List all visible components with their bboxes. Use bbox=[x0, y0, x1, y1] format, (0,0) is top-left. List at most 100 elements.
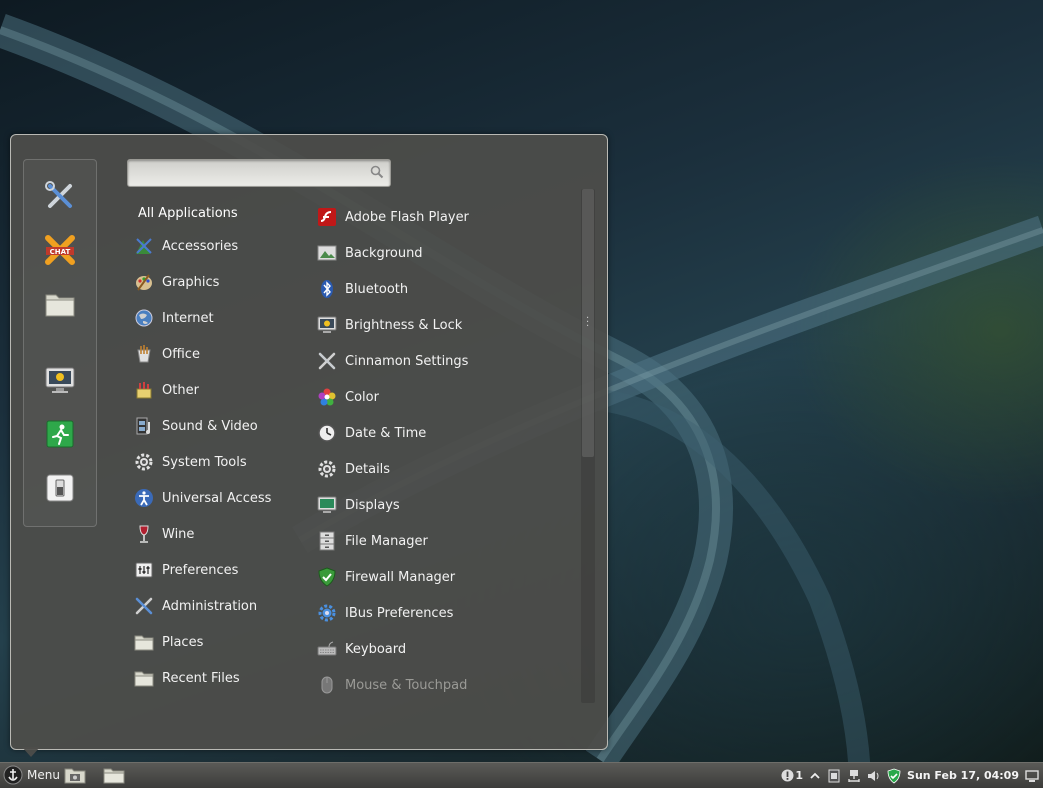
favorite-cinnamon-settings[interactable] bbox=[42, 178, 78, 214]
category-label: Office bbox=[162, 346, 200, 362]
app-label: Mouse & Touchpad bbox=[345, 677, 468, 693]
app-firewall-manager[interactable]: Firewall Manager bbox=[316, 562, 455, 592]
category-other[interactable]: Other bbox=[133, 375, 199, 405]
search-input[interactable] bbox=[134, 163, 366, 183]
category-office[interactable]: Office bbox=[133, 339, 200, 369]
clipboard-icon[interactable] bbox=[827, 769, 841, 783]
app-background[interactable]: Background bbox=[316, 238, 423, 268]
app-label: Color bbox=[345, 389, 379, 405]
bottom-panel: Menu 1 Sun Feb 17, 04:09 bbox=[0, 762, 1043, 788]
app-label: Bluetooth bbox=[345, 281, 409, 297]
app-label: Details bbox=[345, 461, 391, 477]
other-icon bbox=[133, 379, 155, 401]
category-label: Administration bbox=[162, 598, 258, 614]
category-sound-video[interactable]: Sound & Video bbox=[133, 411, 258, 441]
app-label: Displays bbox=[345, 497, 400, 513]
app-label: Brightness & Lock bbox=[345, 317, 463, 333]
shield-icon[interactable] bbox=[887, 768, 901, 784]
brightness-icon bbox=[316, 314, 338, 336]
clock-icon bbox=[316, 422, 338, 444]
tools-icon bbox=[45, 181, 72, 208]
notifications-indicator[interactable]: 1 bbox=[781, 769, 803, 782]
category-all-applications[interactable]: All Applications bbox=[138, 198, 238, 228]
folder-icon bbox=[103, 768, 125, 784]
svg-text:CHAT: CHAT bbox=[50, 248, 71, 256]
folder-icon bbox=[133, 631, 155, 653]
file-cabinet-icon bbox=[316, 530, 338, 552]
flash-icon bbox=[316, 206, 338, 228]
app-label: Date & Time bbox=[345, 425, 427, 441]
preferences-icon bbox=[133, 559, 155, 581]
app-date-time[interactable]: Date & Time bbox=[316, 418, 426, 448]
background-icon bbox=[316, 242, 338, 264]
category-label: All Applications bbox=[138, 205, 238, 221]
app-label: Cinnamon Settings bbox=[345, 353, 469, 369]
category-label: Graphics bbox=[162, 274, 220, 290]
app-label: Background bbox=[345, 245, 423, 261]
shield-icon bbox=[316, 566, 338, 588]
app-ibus-preferences[interactable]: IBus Preferences bbox=[316, 598, 453, 628]
app-mouse-touchpad[interactable]: Mouse & Touchpad bbox=[316, 670, 467, 700]
graphics-palette-icon bbox=[133, 271, 155, 293]
app-keyboard[interactable]: Keyboard bbox=[316, 634, 406, 664]
folder-icon bbox=[45, 294, 75, 317]
favorite-logout[interactable] bbox=[42, 416, 78, 452]
category-internet[interactable]: Internet bbox=[133, 303, 214, 333]
category-administration[interactable]: Administration bbox=[133, 591, 257, 621]
clock[interactable]: Sun Feb 17, 04:09 bbox=[907, 769, 1019, 782]
app-label: Firewall Manager bbox=[345, 569, 456, 585]
category-system-tools[interactable]: System Tools bbox=[133, 447, 247, 477]
folder-icon bbox=[133, 667, 155, 689]
gear-icon bbox=[133, 451, 155, 473]
category-places[interactable]: Places bbox=[133, 627, 203, 657]
cinnamon-logo-icon bbox=[3, 765, 23, 785]
app-label: File Manager bbox=[345, 533, 428, 549]
app-file-manager[interactable]: File Manager bbox=[316, 526, 428, 556]
app-displays[interactable]: Displays bbox=[316, 490, 400, 520]
category-label: Sound & Video bbox=[162, 418, 258, 434]
category-label: Accessories bbox=[162, 238, 239, 254]
menu-label: Menu bbox=[27, 768, 60, 782]
category-recent-files[interactable]: Recent Files bbox=[133, 663, 240, 693]
search-icon bbox=[370, 165, 384, 179]
launcher-home-folder[interactable] bbox=[103, 767, 125, 787]
monitor-lock-icon bbox=[45, 367, 75, 393]
film-music-icon bbox=[133, 415, 155, 437]
category-wine[interactable]: Wine bbox=[133, 519, 194, 549]
accessories-icon bbox=[133, 235, 155, 257]
app-brightness-lock[interactable]: Brightness & Lock bbox=[316, 310, 462, 340]
category-preferences[interactable]: Preferences bbox=[133, 555, 238, 585]
system-tray: 1 Sun Feb 17, 04:09 bbox=[781, 766, 1039, 785]
category-label: Places bbox=[162, 634, 204, 650]
category-accessories[interactable]: Accessories bbox=[133, 231, 238, 261]
launcher-camera-folder[interactable] bbox=[64, 767, 86, 787]
category-label: Other bbox=[162, 382, 199, 398]
app-bluetooth[interactable]: Bluetooth bbox=[316, 274, 408, 304]
volume-icon[interactable] bbox=[867, 769, 881, 783]
gear-icon bbox=[316, 458, 338, 480]
category-label: Internet bbox=[162, 310, 214, 326]
menu-pointer bbox=[22, 747, 40, 757]
bluetooth-icon bbox=[316, 278, 338, 300]
favorite-shutdown[interactable] bbox=[42, 470, 78, 506]
category-universal-access[interactable]: Universal Access bbox=[133, 483, 271, 513]
show-desktop-icon[interactable] bbox=[1025, 769, 1039, 783]
apps-scrollbar[interactable] bbox=[581, 189, 595, 703]
power-switch-icon bbox=[46, 474, 74, 502]
mouse-icon bbox=[316, 674, 338, 696]
menu-button[interactable]: Menu bbox=[3, 765, 60, 785]
app-color[interactable]: Color bbox=[316, 382, 379, 412]
app-details[interactable]: Details bbox=[316, 454, 390, 484]
accessibility-icon bbox=[133, 487, 155, 509]
chevron-up-icon[interactable] bbox=[809, 770, 821, 782]
favorite-screensaver-lock[interactable] bbox=[42, 362, 78, 398]
app-adobe-flash-player[interactable]: Adobe Flash Player bbox=[316, 202, 469, 232]
search-box[interactable] bbox=[127, 159, 391, 187]
xchat-icon: CHAT bbox=[45, 235, 75, 265]
category-graphics[interactable]: Graphics bbox=[133, 267, 219, 297]
favorite-xchat[interactable]: CHAT bbox=[42, 232, 78, 268]
favorite-file-manager[interactable] bbox=[42, 286, 78, 322]
app-cinnamon-settings[interactable]: Cinnamon Settings bbox=[316, 346, 468, 376]
app-label: Keyboard bbox=[345, 641, 407, 657]
network-icon[interactable] bbox=[847, 769, 861, 783]
